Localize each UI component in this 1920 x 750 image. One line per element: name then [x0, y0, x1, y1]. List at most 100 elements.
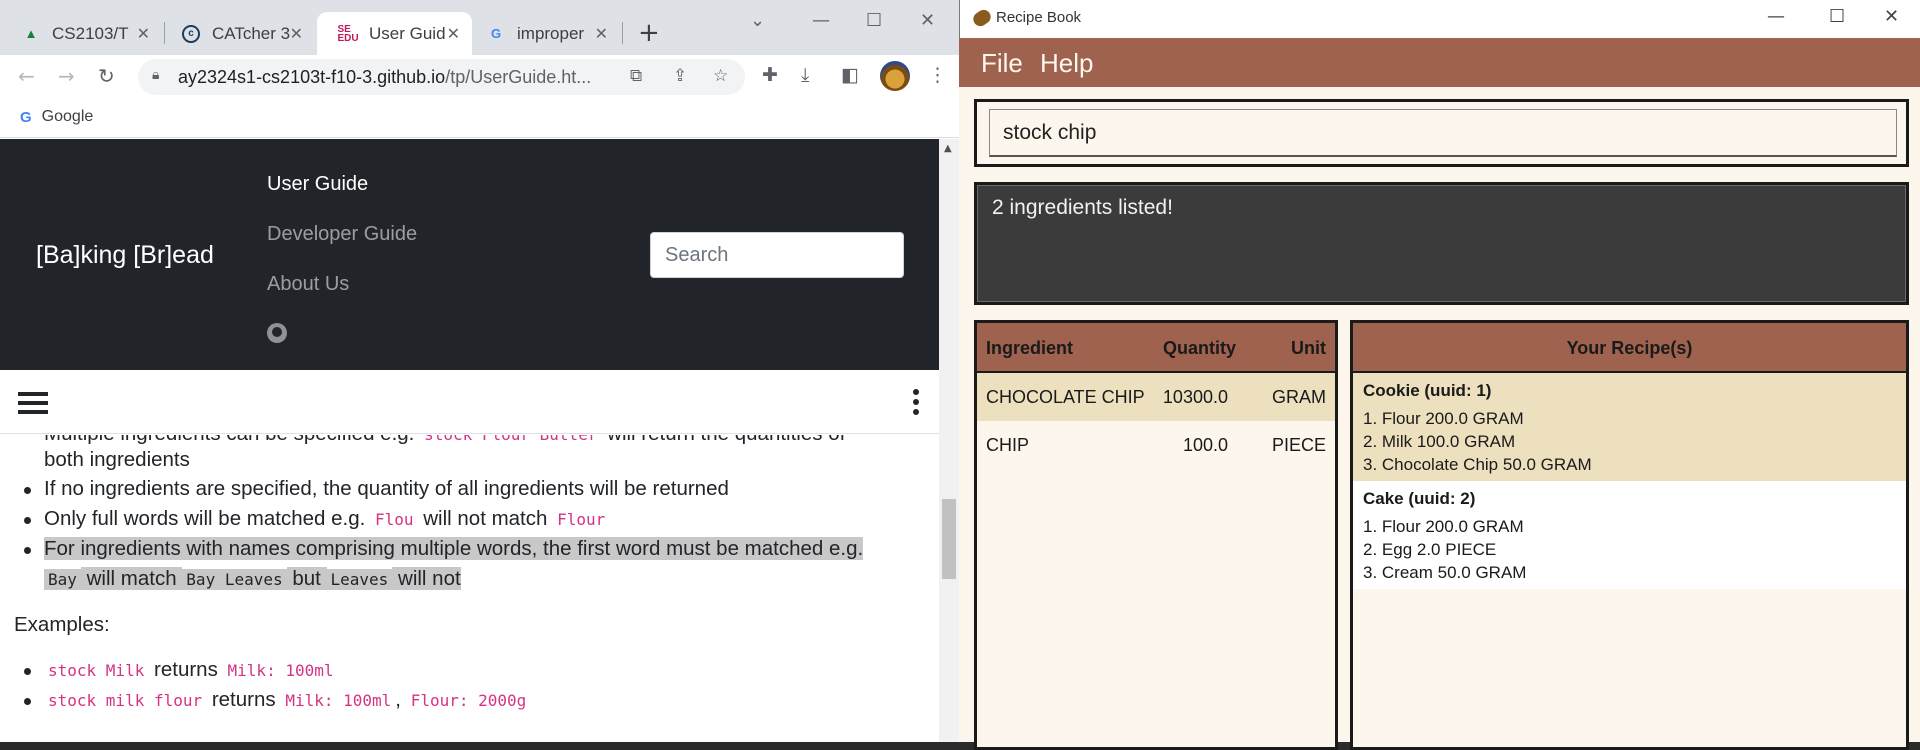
nav-developer-guide[interactable]: Developer Guide	[267, 223, 417, 246]
result-display: 2 ingredients listed!	[974, 182, 1909, 305]
cell-quantity: 10300.0	[1162, 387, 1228, 407]
recipe-title: Cookie (uuid: 1)	[1363, 381, 1492, 400]
list-item: stock milk flour returns Milk: 100ml, Fl…	[44, 688, 530, 712]
close-icon[interactable]: ✕	[290, 24, 303, 44]
page-scrollbar[interactable]: ▲	[939, 139, 959, 742]
scrollbar-thumb[interactable]	[942, 499, 956, 579]
close-window-icon[interactable]: ✕	[1884, 6, 1899, 27]
bullet	[24, 698, 31, 705]
page-content: Multiple ingredients can be specified e.…	[0, 435, 939, 742]
tab-catcher[interactable]: c CATcher 3 ✕	[160, 12, 315, 55]
extensions-icon[interactable]: ✚	[762, 64, 778, 86]
reload-icon[interactable]: ↻	[98, 64, 115, 88]
menu-help[interactable]: Help	[1040, 48, 1093, 79]
url-text: ay2324s1-cs2103t-f10-3.github.io/tp/User…	[178, 67, 591, 88]
new-tab-icon[interactable]: +	[638, 18, 660, 48]
menu-file[interactable]: File	[981, 48, 1023, 79]
cell-quantity: 100.0	[1182, 435, 1228, 455]
lock-icon: 🔒︎	[152, 67, 160, 83]
back-icon[interactable]: ←	[18, 64, 35, 88]
inline-code: Bay Leaves	[182, 569, 287, 590]
table-row[interactable]: CHIP 100.0 PIECE	[977, 421, 1335, 469]
side-panel-icon[interactable]: ◧	[841, 64, 859, 86]
column-header-quantity[interactable]: Quantity	[1163, 338, 1236, 359]
highlighted-text: will not	[392, 567, 461, 590]
tab-strip: ▲ CS2103/T ✕ c CATcher 3 ✕ SE EDU User Gu…	[0, 0, 959, 55]
table-row[interactable]: CHOCOLATE CHIP 10300.0 GRAM	[977, 373, 1335, 421]
chevron-down-icon[interactable]: ⌄	[750, 10, 765, 31]
hamburger-menu-icon[interactable]	[18, 392, 48, 414]
column-header-ingredient[interactable]: Ingredient	[986, 338, 1073, 359]
text: will return the quantities of	[601, 435, 845, 445]
translate-icon[interactable]: ⧉	[630, 66, 642, 86]
text: Only full words will be matched e.g.	[44, 507, 371, 530]
tab-label: CS2103/T	[52, 23, 129, 43]
recipe-list-header: Your Recipe(s)	[1353, 323, 1906, 373]
inline-code: stock Flour Butter	[420, 435, 601, 445]
recipe-list: Your Recipe(s) Cookie (uuid: 1) 1. Flour…	[1350, 320, 1909, 750]
examples-label: Examples:	[14, 613, 110, 636]
tab-user-guide[interactable]: SE EDU User Guid ✕	[317, 12, 472, 55]
inline-code: Bay	[44, 569, 81, 590]
highlighted-text: will match	[80, 567, 183, 590]
tab-cs2103[interactable]: ▲ CS2103/T ✕	[0, 12, 162, 55]
scroll-up-arrow-icon[interactable]: ▲	[944, 143, 952, 154]
share-icon[interactable]: ⇪	[673, 66, 687, 86]
list-item-continuation: Bay will match Bay Leaves but Leaves wil…	[44, 567, 461, 591]
bookmark-star-icon[interactable]: ☆	[713, 66, 728, 86]
google-icon: G	[490, 26, 502, 41]
list-item: If no ingredients are specified, the qua…	[44, 477, 729, 500]
column-header-unit[interactable]: Unit	[1291, 338, 1326, 359]
app-titlebar: Recipe Book — ☐ ✕	[959, 0, 1920, 38]
minimize-icon[interactable]: —	[812, 10, 830, 31]
bullet	[24, 547, 31, 554]
recipe-card[interactable]: Cookie (uuid: 1) 1. Flour 200.0 GRAM 2. …	[1353, 373, 1906, 481]
tab-improper[interactable]: G improper ✕	[465, 12, 620, 55]
page-nav-kebab-icon[interactable]	[913, 389, 919, 419]
site-search-input[interactable]	[650, 232, 904, 278]
cell-unit: PIECE	[1271, 435, 1326, 455]
command-input[interactable]	[989, 109, 1897, 157]
browser-toolbar: ← → ↻ 🔒︎ ay2324s1-cs2103t-f10-3.github.i…	[0, 55, 959, 100]
list-item: stock Milk returns Milk: 100ml	[44, 658, 338, 682]
recipe-card[interactable]: Cake (uuid: 2) 1. Flour 200.0 GRAM 2. Eg…	[1353, 481, 1906, 589]
inline-code: Milk: 100ml	[285, 691, 392, 710]
url-path: /tp/UserGuide.ht...	[445, 67, 592, 87]
inline-code: Leaves	[326, 569, 393, 590]
maximize-icon[interactable]: ☐	[1829, 6, 1845, 27]
close-icon[interactable]: ✕	[137, 24, 150, 44]
inline-code: Flour	[557, 510, 606, 529]
close-window-icon[interactable]: ✕	[920, 10, 935, 31]
command-box	[974, 99, 1909, 167]
cell-ingredient: CHIP	[986, 435, 1030, 455]
recipe-title: Cake (uuid: 2)	[1363, 489, 1476, 508]
minimize-icon[interactable]: —	[1767, 6, 1785, 27]
forward-icon[interactable]: →	[58, 64, 75, 88]
bullet	[24, 517, 31, 524]
text: will not match	[417, 507, 554, 530]
nav-user-guide[interactable]: User Guide	[267, 173, 368, 196]
list-item-highlighted: For ingredients with names comprising mu…	[44, 537, 864, 561]
site-brand[interactable]: [Ba]king [Br]ead	[36, 241, 214, 270]
result-display-inner[interactable]: 2 ingredients listed!	[977, 185, 1906, 302]
address-bar[interactable]: 🔒︎ ay2324s1-cs2103t-f10-3.github.io/tp/U…	[138, 59, 745, 95]
kebab-menu-icon[interactable]: ⋮	[928, 64, 947, 86]
nav-about-us[interactable]: About Us	[267, 273, 349, 296]
bookmark-google[interactable]: G Google	[20, 108, 93, 126]
github-icon[interactable]	[267, 323, 287, 343]
profile-avatar[interactable]	[880, 61, 910, 91]
page-subnav-bar	[0, 370, 939, 434]
result-message: 2 ingredients listed!	[992, 196, 1173, 219]
maximize-icon[interactable]: ☐	[866, 10, 882, 31]
download-icon[interactable]: ⤓	[801, 64, 809, 86]
highlighted-text: For ingredients with names comprising mu…	[44, 537, 864, 560]
close-icon[interactable]: ✕	[595, 24, 608, 44]
tab-separator	[622, 22, 623, 44]
bookmark-label: Google	[41, 108, 94, 125]
close-icon[interactable]: ✕	[447, 24, 460, 44]
inline-code: Flou	[375, 510, 414, 529]
google-icon: G	[20, 108, 32, 126]
inline-code: Milk: 100ml	[227, 661, 334, 680]
recipe-ingredient: 1. Flour 200.0 GRAM	[1363, 517, 1524, 536]
recipe-ingredient: 2. Egg 2.0 PIECE	[1363, 540, 1497, 559]
